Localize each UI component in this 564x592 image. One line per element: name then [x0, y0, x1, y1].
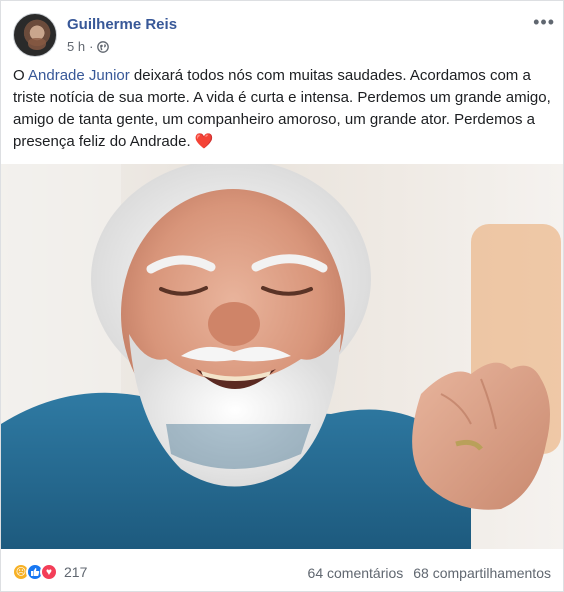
comments-count[interactable]: 64 comentários	[308, 565, 404, 581]
mention-link[interactable]: Andrade Junior	[28, 67, 130, 84]
shares-count[interactable]: 68 compartilhamentos	[413, 565, 551, 581]
author-name[interactable]: Guilherme Reis	[67, 16, 177, 33]
text-prefix: O	[13, 67, 29, 84]
post-timestamp[interactable]: 5 h	[67, 39, 85, 54]
author-avatar[interactable]	[13, 13, 57, 57]
facebook-post: Guilherme Reis 5 h · ••• O Andrade Junio…	[0, 0, 564, 592]
post-options-icon[interactable]: •••	[533, 13, 555, 31]
post-header: Guilherme Reis 5 h · •••	[1, 1, 563, 61]
post-stats: 64 comentários 68 compartilhamentos	[308, 565, 551, 581]
reaction-count[interactable]: 217	[64, 564, 87, 580]
post-photo[interactable]	[1, 164, 563, 549]
post-text: O Andrade Junior deixará todos nós com m…	[13, 65, 553, 153]
reaction-summary[interactable]: ☹ ♥ 217	[12, 563, 87, 581]
meta-separator: ·	[89, 39, 94, 54]
post-photo-illustration	[1, 164, 561, 549]
globe-icon[interactable]	[97, 40, 110, 53]
post-footer: ☹ ♥ 217 64 comentários 68 compartilhamen…	[1, 549, 563, 592]
post-meta: 5 h ·	[67, 39, 110, 54]
love-reaction-icon: ♥	[40, 563, 58, 581]
heart-emoji: ❤️	[194, 133, 214, 150]
